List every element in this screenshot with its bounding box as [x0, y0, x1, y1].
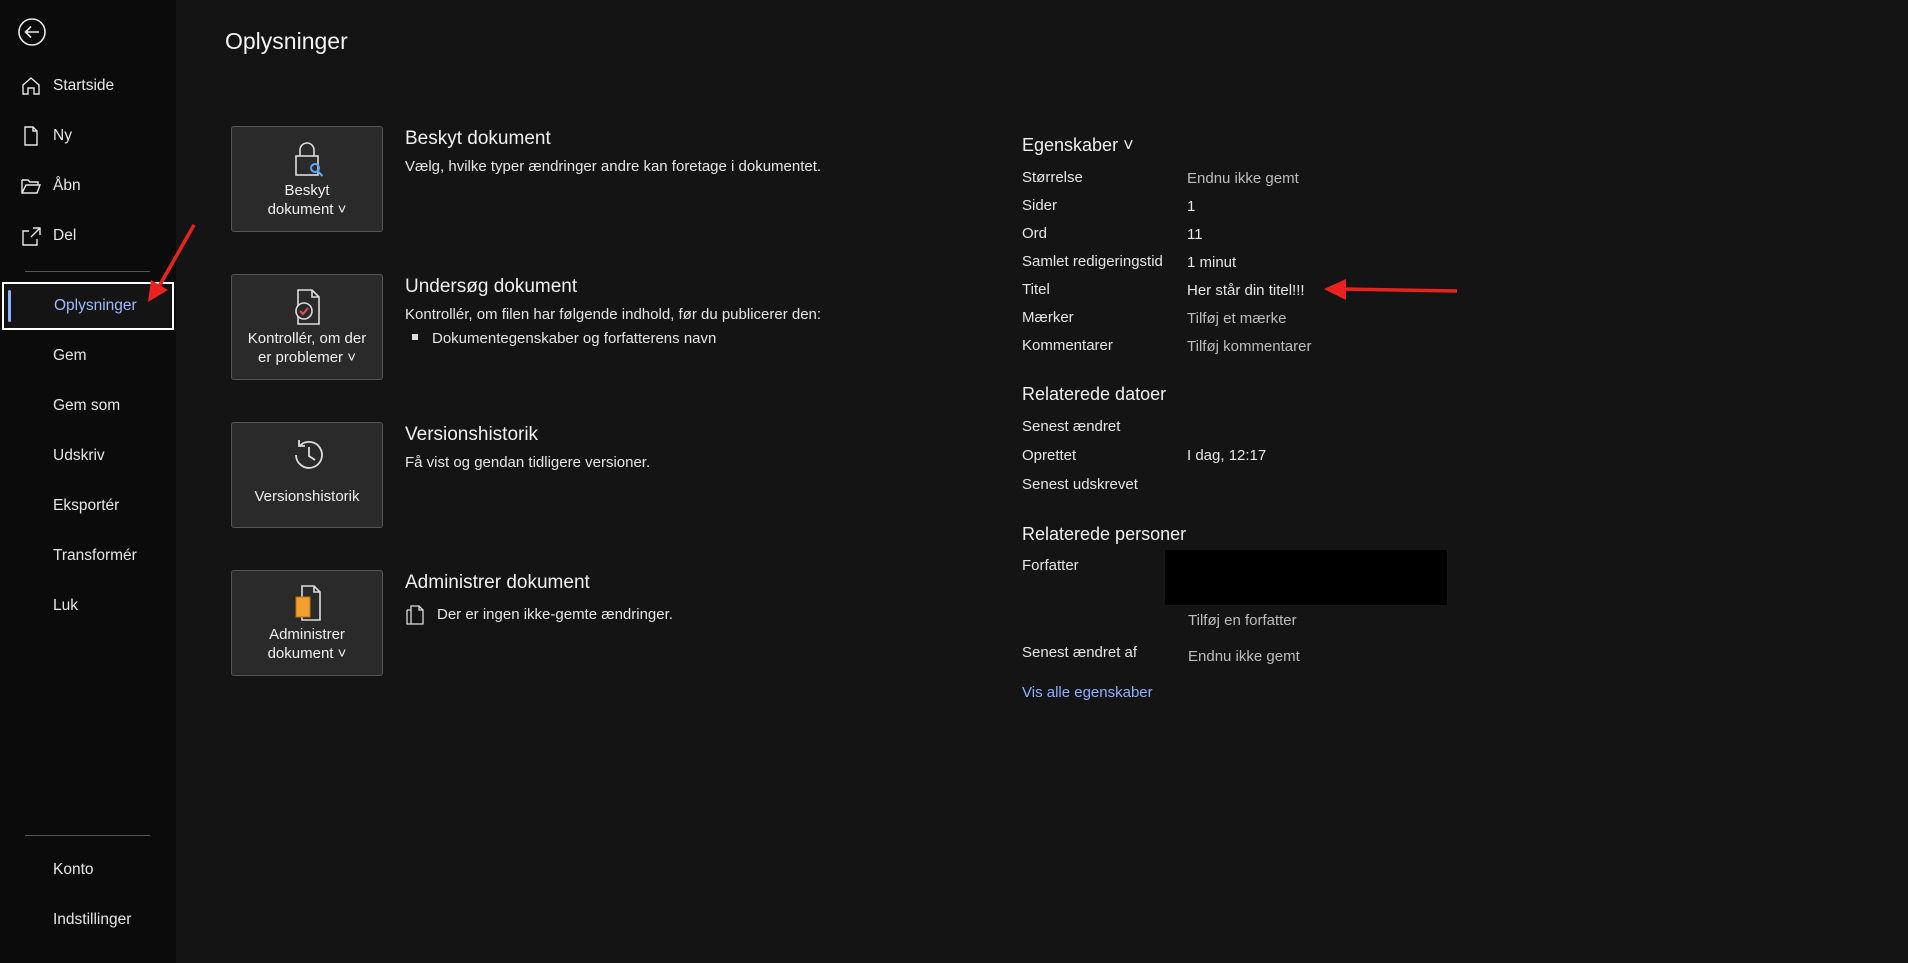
- property-label: Mærker: [1022, 309, 1074, 326]
- sidebar-item-label: Luk: [53, 597, 78, 614]
- property-label: Kommentarer: [1022, 337, 1113, 354]
- sidebar-item-gem-som[interactable]: Gem som: [0, 384, 176, 428]
- section-title: Beskyt dokument: [405, 128, 551, 149]
- sidebar-item-label: Indstillinger: [53, 911, 132, 928]
- sidebar-item-label: Ny: [53, 127, 72, 144]
- tile-label: Beskyt: [284, 182, 330, 199]
- sidebar-item-label: Åbn: [53, 177, 81, 194]
- share-icon: [22, 227, 41, 246]
- tags-field[interactable]: Tilføj et mærke: [1187, 310, 1286, 327]
- annotation-arrow-icon: [1324, 279, 1458, 300]
- version-history-button[interactable]: Versionshistorik: [231, 422, 383, 528]
- sidebar-item-indstillinger[interactable]: Indstillinger: [0, 898, 176, 942]
- redacted-author: [1165, 550, 1447, 605]
- tile-label: dokument ˅: [267, 645, 347, 662]
- sidebar-item-label: Eksportér: [53, 497, 120, 514]
- tile-label: Versionshistorik: [254, 488, 360, 505]
- documents-icon: [406, 605, 424, 625]
- add-author-link[interactable]: Tilføj en forfatter: [1188, 612, 1297, 629]
- sidebar-item-label: Startside: [53, 77, 115, 94]
- sidebar-item-luk[interactable]: Luk: [0, 584, 176, 628]
- sidebar-item-startside[interactable]: Startside: [0, 64, 176, 108]
- sidebar-item-label: Udskriv: [53, 447, 105, 464]
- property-value: 1 minut: [1187, 254, 1237, 271]
- annotation-arrow-icon: [148, 224, 196, 302]
- sidebar-item-label: Konto: [53, 861, 94, 878]
- sidebar-divider: [25, 835, 150, 836]
- sidebar-item-label: Gem som: [53, 397, 121, 414]
- property-label: Titel: [1022, 281, 1050, 298]
- property-value: 1: [1187, 198, 1196, 215]
- back-arrow-icon: [18, 18, 46, 46]
- section-title: Versionshistorik: [405, 424, 539, 445]
- tile-label: Kontrollér, om der: [247, 330, 367, 347]
- comments-field[interactable]: Tilføj kommentarer: [1187, 338, 1311, 355]
- section-description: Vælg, hvilke typer ændringer andre kan f…: [405, 158, 822, 175]
- property-label: Forfatter: [1022, 557, 1079, 574]
- related-people-heading: Relaterede personer: [1022, 524, 1187, 544]
- property-value: Endnu ikke gemt: [1187, 170, 1299, 187]
- new-document-icon: [24, 126, 38, 146]
- property-label: Oprettet: [1022, 447, 1077, 464]
- sidebar-divider: [25, 271, 150, 272]
- manage-document-icon: [295, 585, 321, 621]
- property-label: Senest ændret: [1022, 418, 1121, 435]
- tile-label: er problemer ˅: [258, 349, 356, 366]
- sidebar-item-label: Transformér: [53, 547, 137, 564]
- list-item: Dokumentegenskaber og forfatterens navn: [412, 330, 716, 347]
- check-for-issues-button[interactable]: Kontrollér, om der er problemer ˅: [231, 274, 383, 380]
- sidebar-item-transformer[interactable]: Transformér: [0, 534, 176, 578]
- sidebar-item-abn[interactable]: Åbn: [0, 164, 176, 208]
- lock-icon: [295, 142, 324, 177]
- sidebar-item-label: Gem: [53, 347, 87, 364]
- properties-dropdown[interactable]: Egenskaber ˅: [1022, 135, 1134, 156]
- show-all-properties-link[interactable]: Vis alle egenskaber: [1022, 684, 1153, 701]
- property-label: Senest udskrevet: [1022, 476, 1138, 493]
- open-folder-icon: [21, 179, 42, 194]
- tile-label: dokument ˅: [267, 201, 347, 218]
- home-icon: [22, 77, 40, 95]
- sidebar-item-gem[interactable]: Gem: [0, 334, 176, 378]
- section-description: Få vist og gendan tidligere versioner.: [405, 454, 651, 471]
- property-label: Størrelse: [1022, 169, 1083, 186]
- tile-label: Administrer: [269, 626, 345, 643]
- title-field[interactable]: Her står din titel!!!: [1187, 282, 1305, 299]
- history-clock-icon: [295, 440, 323, 469]
- back-button[interactable]: [16, 16, 48, 48]
- section-description: Der er ingen ikke-gemte ændringer.: [437, 606, 673, 623]
- property-label: Samlet redigeringstid: [1022, 253, 1163, 270]
- sidebar-item-konto[interactable]: Konto: [0, 848, 176, 892]
- related-dates-heading: Relaterede datoer: [1022, 384, 1167, 404]
- sidebar-item-ny[interactable]: Ny: [0, 114, 176, 158]
- property-label: Ord: [1022, 225, 1048, 242]
- page-title: Oplysninger: [225, 28, 348, 54]
- property-label: Senest ændret af: [1022, 644, 1138, 661]
- sidebar-item-udskriv[interactable]: Udskriv: [0, 434, 176, 478]
- section-description: Kontrollér, om filen har følgende indhol…: [405, 306, 822, 323]
- manage-document-button[interactable]: Administrer dokument ˅: [231, 570, 383, 676]
- property-value: Endnu ikke gemt: [1188, 648, 1300, 665]
- section-title: Undersøg dokument: [405, 276, 578, 297]
- backstage-sidebar: Startside Ny Åbn Del Oplysninger Gem Gem…: [0, 0, 176, 963]
- sidebar-item-eksporter[interactable]: Eksportér: [0, 484, 176, 528]
- sidebar-item-label: Oplysninger: [54, 297, 137, 314]
- section-title: Administrer dokument: [405, 572, 590, 593]
- property-value: I dag, 12:17: [1187, 447, 1267, 464]
- property-label: Sider: [1022, 197, 1058, 214]
- property-value: 11: [1187, 226, 1203, 243]
- inspect-document-icon: [295, 289, 320, 325]
- protect-document-button[interactable]: Beskyt dokument ˅: [231, 126, 383, 232]
- sidebar-item-label: Del: [53, 227, 77, 244]
